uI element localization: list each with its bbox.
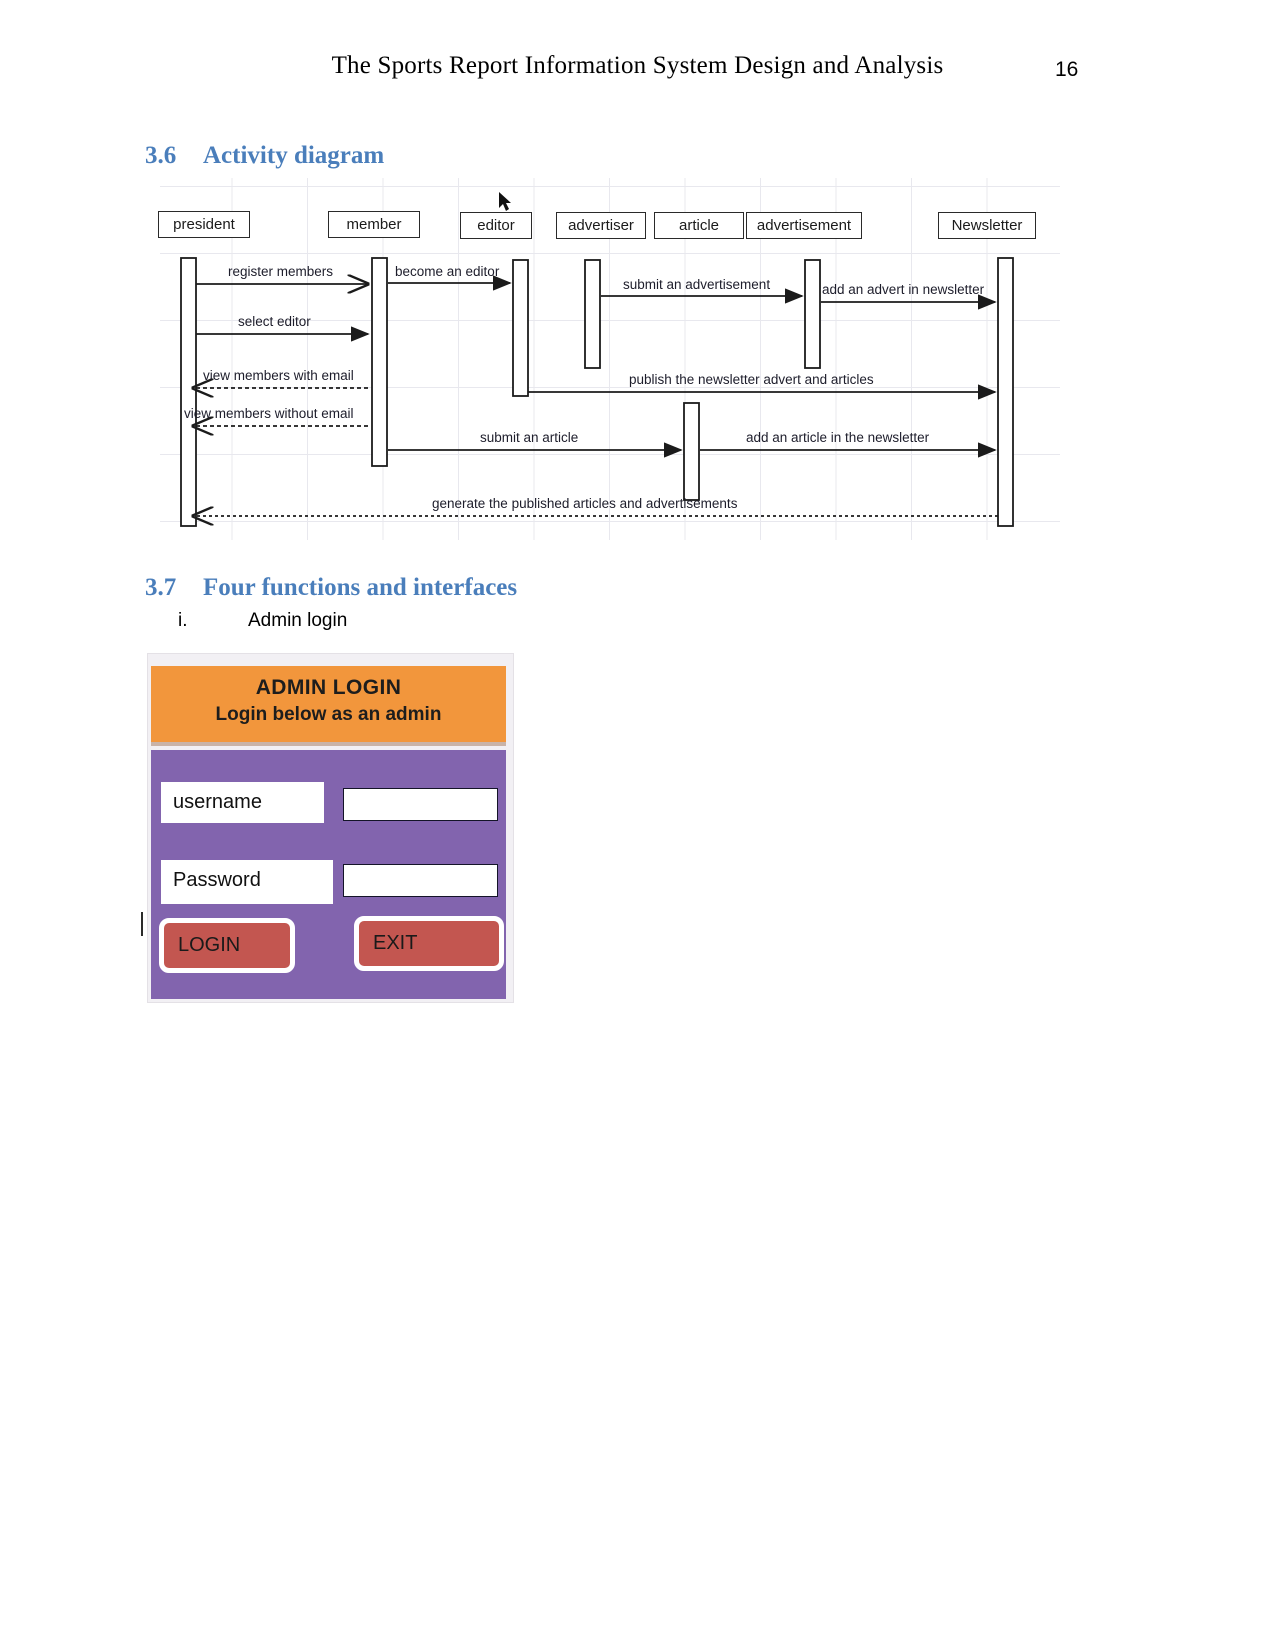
lifeline-editor: editor: [460, 212, 532, 239]
label-view-members-without-email: view members without email: [184, 406, 354, 421]
activation-president: [180, 257, 197, 527]
login-header-banner: ADMIN LOGIN Login below as an admin: [151, 666, 506, 746]
list-marker: i.: [178, 610, 188, 631]
list-item-admin-login: i. Admin login: [178, 610, 347, 632]
section-title: Activity diagram: [203, 142, 385, 169]
section-heading-3-7: 3.7 Four functions and interfaces: [145, 574, 517, 602]
username-input[interactable]: [343, 788, 498, 821]
label-publish-newsletter: publish the newsletter advert and articl…: [629, 372, 874, 387]
section-number: 3.7: [145, 574, 177, 601]
activity-sequence-diagram: president member editor advertiser artic…: [158, 178, 1060, 540]
activation-member: [371, 257, 388, 467]
activation-advertiser: [584, 259, 601, 369]
label-register-members: register members: [228, 264, 334, 279]
exit-button[interactable]: EXIT: [354, 916, 504, 971]
section-title: Four functions and interfaces: [203, 574, 518, 601]
label-add-advert-in-newsletter: add an advert in newsletter: [822, 282, 985, 297]
activation-advertisement: [804, 259, 821, 369]
section-number: 3.6: [145, 142, 177, 169]
login-button[interactable]: LOGIN: [159, 918, 295, 973]
login-subtitle: Login below as an admin: [215, 704, 442, 725]
label-become-an-editor: become an editor: [395, 264, 500, 279]
mouse-cursor-icon: [499, 192, 511, 211]
page-header: The Sports Report Information System Des…: [0, 52, 1275, 92]
section-heading-3-6: 3.6 Activity diagram: [145, 142, 384, 170]
login-title: ADMIN LOGIN: [255, 676, 402, 699]
lifeline-president: president: [158, 211, 250, 238]
label-submit-an-article: submit an article: [480, 430, 579, 445]
lifeline-advertiser: advertiser: [556, 212, 646, 239]
label-generate-published-articles: generate the published articles and adve…: [432, 496, 738, 511]
password-input[interactable]: [343, 864, 498, 897]
login-form-body: username Password LOGIN EXIT: [151, 750, 506, 999]
label-select-editor: select editor: [238, 314, 311, 329]
page-number: 16: [1055, 58, 1079, 81]
admin-login-screenshot: ADMIN LOGIN Login below as an admin user…: [148, 654, 513, 1002]
lifeline-newsletter: Newsletter: [938, 212, 1036, 239]
document-title: The Sports Report Information System Des…: [331, 52, 944, 79]
lifeline-advertisement: advertisement: [746, 212, 862, 239]
text-cursor-caret: [141, 912, 143, 936]
label-submit-an-advertisement: submit an advertisement: [623, 277, 771, 292]
password-label: Password: [161, 860, 333, 904]
label-add-article-in-newsletter: add an article in the newsletter: [746, 430, 930, 445]
list-item-label: Admin login: [248, 610, 348, 631]
activation-newsletter: [997, 257, 1014, 527]
label-view-members-with-email: view members with email: [203, 368, 354, 383]
username-label: username: [161, 782, 324, 823]
lifeline-article: article: [654, 212, 744, 239]
activation-editor: [512, 259, 529, 397]
lifeline-member: member: [328, 211, 420, 238]
activation-article: [683, 402, 700, 501]
